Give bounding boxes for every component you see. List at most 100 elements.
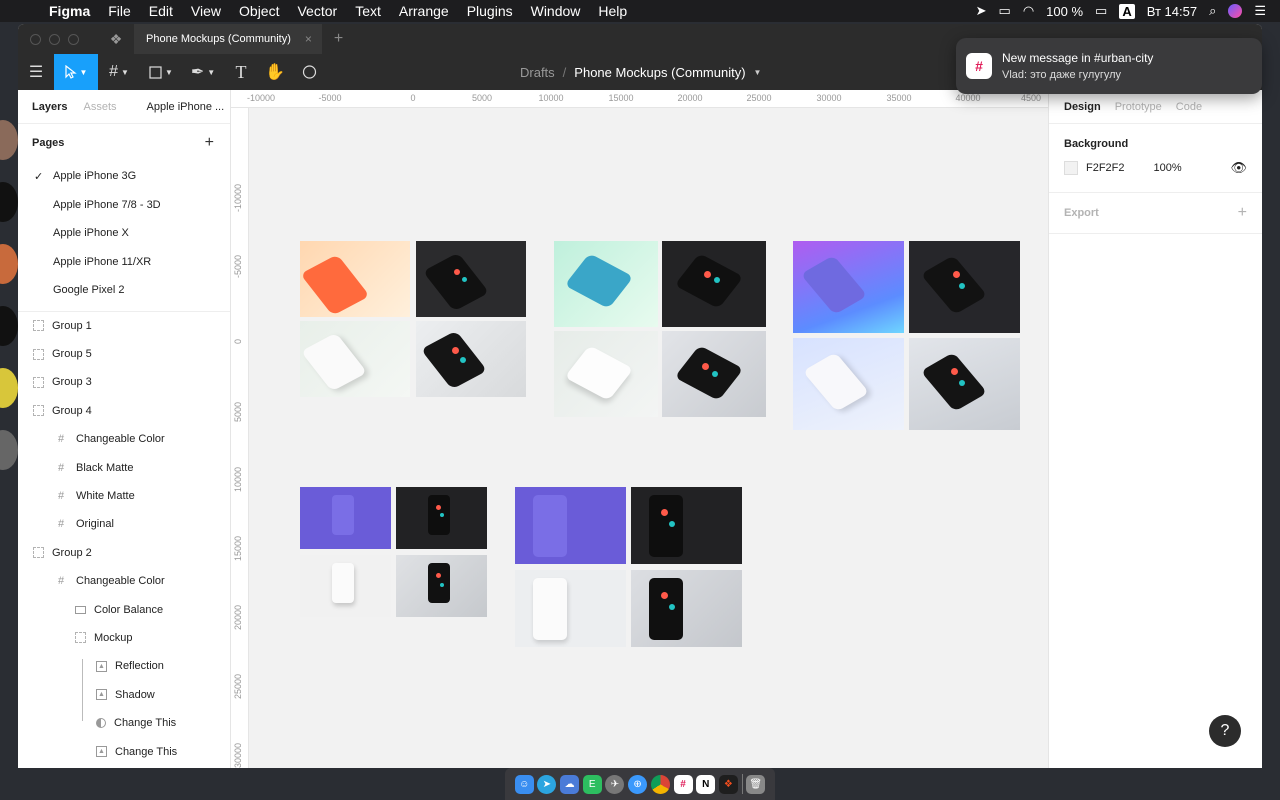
telegram-icon[interactable]: ➤ xyxy=(537,774,557,794)
airplay-icon[interactable]: ▭ xyxy=(999,3,1011,19)
menu-window[interactable]: Window xyxy=(522,3,590,19)
trash-icon[interactable]: 🗑 xyxy=(746,774,766,794)
mockup-frame[interactable] xyxy=(515,570,626,647)
mockup-frame[interactable] xyxy=(793,241,904,333)
mockup-frame[interactable] xyxy=(300,487,391,549)
mockup-frame[interactable] xyxy=(300,321,410,397)
menu-vector[interactable]: Vector xyxy=(288,3,346,19)
mockup-frame[interactable] xyxy=(515,487,626,564)
mockup-frame[interactable] xyxy=(631,487,742,564)
mockup-frame[interactable] xyxy=(300,555,391,617)
pen-tool-button[interactable]: ✒ ▼ xyxy=(182,54,224,90)
layer-row[interactable]: # Original xyxy=(18,510,230,538)
chrome-icon[interactable] xyxy=(650,774,670,794)
input-source-icon[interactable]: A xyxy=(1119,3,1135,19)
tab-design[interactable]: Design xyxy=(1064,101,1101,113)
text-tool-button[interactable]: T xyxy=(224,54,258,90)
menu-help[interactable]: Help xyxy=(589,3,636,19)
design-canvas[interactable] xyxy=(250,109,1048,768)
siri-icon[interactable] xyxy=(1228,4,1243,18)
tab-layers[interactable]: Layers xyxy=(32,101,67,113)
slack-notification[interactable]: # New message in #urban-city Vlad: это д… xyxy=(956,38,1262,94)
breadcrumb-drafts[interactable]: Drafts xyxy=(520,65,555,80)
menu-arrange[interactable]: Arrange xyxy=(390,3,458,19)
layer-row[interactable]: # Changeable Color xyxy=(18,425,230,453)
shape-tool-button[interactable]: ▼ xyxy=(140,54,182,90)
close-window-button[interactable] xyxy=(30,33,41,45)
safari-icon[interactable]: ⊕ xyxy=(628,774,648,794)
file-title[interactable]: Phone Mockups (Community) xyxy=(574,65,745,80)
background-opacity-input[interactable]: 100% xyxy=(1154,162,1182,174)
menu-text[interactable]: Text xyxy=(346,3,390,19)
tab-assets[interactable]: Assets xyxy=(83,101,116,113)
page-item[interactable]: Apple iPhone 11/XR xyxy=(18,248,230,277)
mockup-frame[interactable] xyxy=(793,338,904,430)
page-item[interactable]: Apple iPhone 7/8 - 3D xyxy=(18,191,230,220)
mockup-frame[interactable] xyxy=(554,331,658,417)
layer-row[interactable]: # Changeable Color xyxy=(18,567,230,595)
menu-file[interactable]: File xyxy=(99,3,140,19)
move-tool-button[interactable]: ▼ xyxy=(54,54,98,90)
add-export-button[interactable]: + xyxy=(1238,204,1247,222)
mockup-frame[interactable] xyxy=(396,555,487,617)
comment-tool-button[interactable] xyxy=(292,54,326,90)
main-menu-icon[interactable]: ☰ xyxy=(18,54,54,90)
menu-edit[interactable]: Edit xyxy=(140,3,182,19)
figma-home-icon[interactable]: ❖ xyxy=(98,31,134,48)
page-item[interactable]: Apple iPhone X xyxy=(18,219,230,248)
new-tab-button[interactable]: + xyxy=(322,30,343,48)
close-tab-icon[interactable]: × xyxy=(305,32,312,46)
mockup-frame[interactable] xyxy=(662,241,766,327)
mockup-frame[interactable] xyxy=(909,338,1020,430)
clock[interactable]: Вт 14:57 xyxy=(1147,4,1197,19)
notion-icon[interactable]: N xyxy=(696,774,716,794)
hand-tool-button[interactable]: ✋ xyxy=(258,54,292,90)
ruler-horizontal[interactable]: -10000 -5000 0 5000 10000 15000 20000 25… xyxy=(231,90,1048,108)
mockup-frame[interactable] xyxy=(909,241,1020,333)
layer-row[interactable]: Color Balance xyxy=(18,595,230,623)
eye-icon[interactable]: 👁 xyxy=(1230,160,1247,176)
file-tab[interactable]: Phone Mockups (Community) × xyxy=(134,24,322,54)
mockup-frame[interactable] xyxy=(662,331,766,417)
rocket-icon[interactable]: ✈ xyxy=(605,774,625,794)
slack-dock-icon[interactable]: # xyxy=(673,774,693,794)
location-icon[interactable]: ➤ xyxy=(976,3,987,19)
layer-row[interactable]: # White Matte xyxy=(18,482,230,510)
layer-row[interactable]: ▲ Reflection xyxy=(18,652,230,680)
zoom-window-button[interactable] xyxy=(68,33,79,45)
chevron-down-icon[interactable]: ▼ xyxy=(754,68,762,77)
layer-row[interactable]: Change This xyxy=(18,709,230,737)
menu-app-name[interactable]: Figma xyxy=(40,3,99,19)
help-button[interactable]: ? xyxy=(1209,715,1241,747)
mockup-frame[interactable] xyxy=(396,487,487,549)
menu-object[interactable]: Object xyxy=(230,3,288,19)
tab-code[interactable]: Code xyxy=(1176,101,1202,113)
mockup-frame[interactable] xyxy=(554,241,658,327)
finder-icon[interactable]: ☺ xyxy=(514,774,534,794)
layer-row[interactable]: Mockup xyxy=(18,624,230,652)
background-hex-input[interactable]: F2F2F2 xyxy=(1086,162,1125,174)
mockup-frame[interactable] xyxy=(416,321,526,397)
layer-row[interactable]: ▲ Shadow xyxy=(18,681,230,709)
page-item[interactable]: Google Pixel 2 xyxy=(18,276,230,305)
battery-icon[interactable]: ▭ xyxy=(1095,3,1107,19)
layer-row[interactable]: Group 2 xyxy=(18,539,230,567)
page-picker[interactable]: Apple iPhone ...▲ xyxy=(147,101,239,113)
layer-row[interactable]: # Black Matte xyxy=(18,453,230,481)
notification-center-icon[interactable]: ☰ xyxy=(1254,3,1266,19)
minimize-window-button[interactable] xyxy=(49,33,60,45)
menu-view[interactable]: View xyxy=(182,3,230,19)
wifi-icon[interactable]: ◠ xyxy=(1023,3,1034,19)
color-swatch[interactable] xyxy=(1064,161,1078,175)
mockup-frame[interactable] xyxy=(416,241,526,317)
tab-prototype[interactable]: Prototype xyxy=(1115,101,1162,113)
menu-plugins[interactable]: Plugins xyxy=(458,3,522,19)
layer-row[interactable]: ▲ Change This xyxy=(18,737,230,765)
spotlight-search-icon[interactable]: ⌕ xyxy=(1209,3,1216,19)
page-item[interactable]: ✓ Apple iPhone 3G xyxy=(18,162,230,191)
layer-row[interactable]: Group 3 xyxy=(18,368,230,396)
evernote-icon[interactable]: E xyxy=(582,774,602,794)
add-page-button[interactable]: + xyxy=(205,134,214,152)
frame-tool-button[interactable]: # ▼ xyxy=(98,54,140,90)
ruler-vertical[interactable]: -10000 -5000 0 5000 10000 15000 20000 25… xyxy=(231,108,249,768)
